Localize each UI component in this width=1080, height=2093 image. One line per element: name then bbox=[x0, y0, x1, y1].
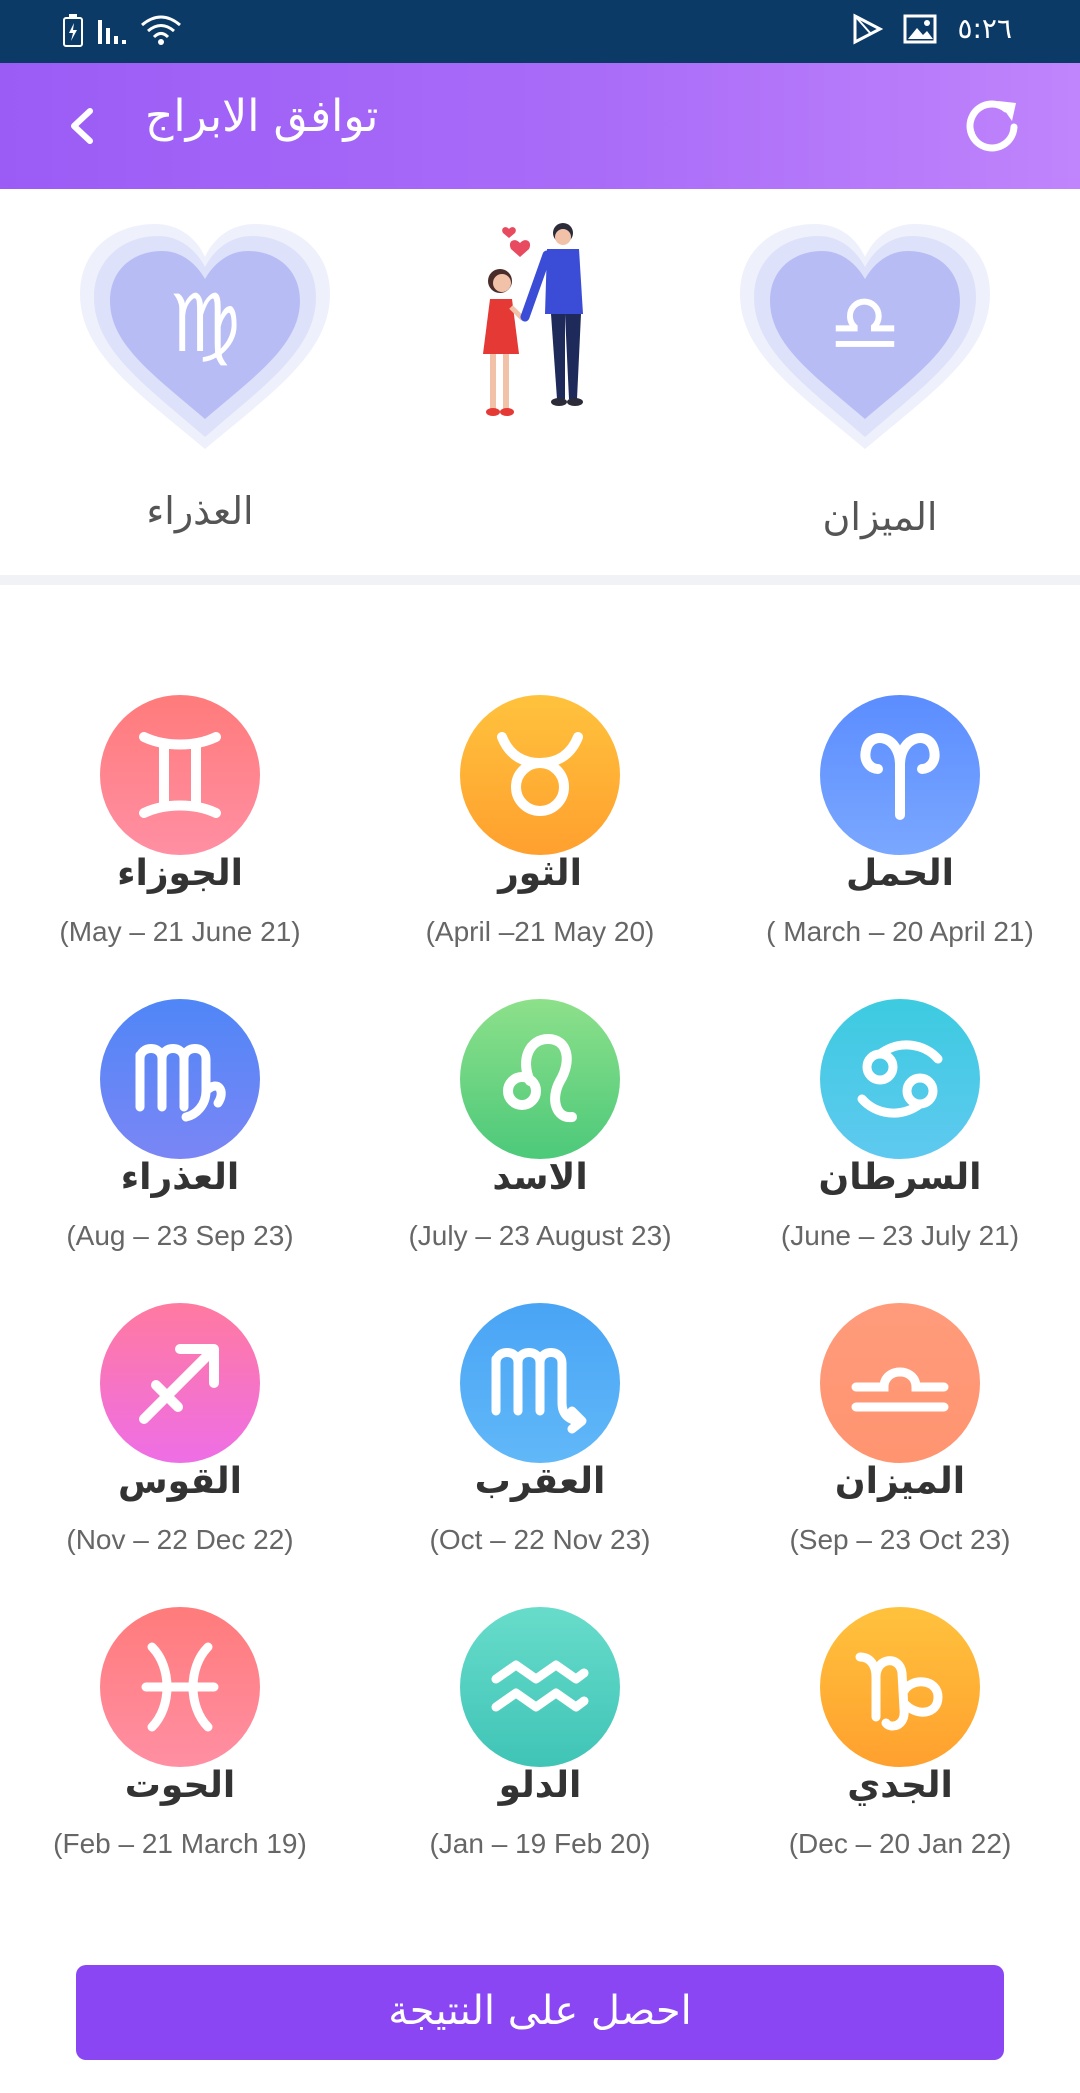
status-time: ٥:٢٦ bbox=[957, 12, 1012, 45]
sign-dates: (June – 23 July 21) bbox=[780, 1220, 1020, 1251]
sign-item-taurus[interactable]: الثور (April –21 May 20) bbox=[360, 695, 720, 975]
sign-name: الدلو bbox=[498, 1765, 582, 1806]
second-sign-label: الميزان bbox=[822, 495, 938, 539]
second-sign-heart[interactable]: ♎ bbox=[730, 219, 1000, 459]
pisces-icon bbox=[100, 1607, 260, 1767]
sign-dates: ( March – 20 April 21) bbox=[766, 916, 1034, 947]
couple-illustration bbox=[465, 219, 615, 439]
chevron-left-icon bbox=[71, 108, 93, 144]
sign-dates: (April –21 May 20) bbox=[425, 916, 655, 947]
sign-item-scorpio[interactable]: العقرب (Oct – 22 Nov 23) bbox=[360, 1303, 720, 1583]
get-result-button[interactable]: احصل على النتيجة bbox=[76, 1965, 1004, 2060]
signal-icon bbox=[98, 20, 126, 44]
taurus-icon bbox=[460, 695, 620, 855]
sign-item-pisces[interactable]: الحوت (Feb – 21 March 19) bbox=[0, 1607, 360, 1887]
sign-item-cancer[interactable]: السرطان (June – 23 July 21) bbox=[720, 999, 1080, 1279]
leo-icon bbox=[460, 999, 620, 1159]
sign-item-libra[interactable]: الميزان (Sep – 23 Oct 23) bbox=[720, 1303, 1080, 1583]
virgo-symbol: ♍ bbox=[169, 277, 241, 370]
heart-icon: ♎ bbox=[740, 224, 990, 449]
sagittarius-icon bbox=[100, 1303, 260, 1463]
libra-symbol: ♎ bbox=[829, 277, 901, 370]
refresh-icon bbox=[966, 100, 1018, 152]
first-sign-heart[interactable]: ♍ bbox=[70, 219, 340, 459]
sign-dates: (Nov – 22 Dec 22) bbox=[66, 1524, 294, 1555]
refresh-button[interactable] bbox=[958, 91, 1028, 161]
sign-item-gemini[interactable]: الجوزاء (May – 21 June 21) bbox=[0, 695, 360, 975]
back-button[interactable] bbox=[50, 93, 116, 159]
gemini-icon bbox=[100, 695, 260, 855]
sign-name: الجوزاء bbox=[117, 853, 243, 894]
play-store-icon bbox=[853, 13, 884, 44]
sign-name: العقرب bbox=[474, 1461, 606, 1502]
battery-charging-icon bbox=[63, 14, 83, 47]
wifi-icon bbox=[141, 15, 181, 45]
cancer-icon bbox=[820, 999, 980, 1159]
aquarius-icon bbox=[460, 1607, 620, 1767]
sign-name: السرطان bbox=[818, 1157, 982, 1198]
sign-name: الثور bbox=[498, 853, 582, 894]
sign-item-capricorn[interactable]: الجدي (Dec – 20 Jan 22) bbox=[720, 1607, 1080, 1887]
sign-item-leo[interactable]: الاسد (July – 23 August 23) bbox=[360, 999, 720, 1279]
sign-name: الميزان bbox=[834, 1461, 966, 1502]
virgo-icon bbox=[100, 999, 260, 1159]
sign-name: الاسد bbox=[492, 1157, 588, 1198]
sign-item-sagittarius[interactable]: القوس (Nov – 22 Dec 22) bbox=[0, 1303, 360, 1583]
capricorn-icon bbox=[820, 1607, 980, 1767]
aries-icon bbox=[820, 695, 980, 855]
libra-icon bbox=[820, 1303, 980, 1463]
section-divider bbox=[0, 575, 1080, 585]
sign-item-aquarius[interactable]: الدلو (Jan – 19 Feb 20) bbox=[360, 1607, 720, 1887]
sign-name: الجدي bbox=[847, 1765, 953, 1806]
image-icon bbox=[903, 14, 937, 43]
sign-dates: (Dec – 20 Jan 22) bbox=[788, 1828, 1012, 1859]
sign-item-virgo[interactable]: العذراء (Aug – 23 Sep 23) bbox=[0, 999, 360, 1279]
page-title: توافق الابراج bbox=[145, 91, 379, 142]
app-header: توافق الابراج bbox=[0, 63, 1080, 189]
scorpio-icon bbox=[460, 1303, 620, 1463]
first-sign-label: العذراء bbox=[146, 489, 254, 533]
sign-name: الحمل bbox=[845, 853, 955, 894]
heart-icon: ♍ bbox=[80, 224, 330, 449]
sign-dates: (July – 23 August 23) bbox=[408, 1220, 672, 1251]
sign-name: العذراء bbox=[120, 1157, 240, 1198]
sign-dates: (May – 21 June 21) bbox=[59, 916, 301, 947]
sign-dates: (Oct – 22 Nov 23) bbox=[429, 1524, 651, 1555]
sign-name: القوس bbox=[117, 1461, 242, 1502]
sign-dates: (Sep – 23 Oct 23) bbox=[789, 1524, 1011, 1555]
sign-dates: (Jan – 19 Feb 20) bbox=[429, 1828, 651, 1859]
sign-name: الحوت bbox=[124, 1765, 236, 1806]
sign-item-aries[interactable]: الحمل ( March – 20 April 21) bbox=[720, 695, 1080, 975]
sign-dates: (Feb – 21 March 19) bbox=[53, 1828, 307, 1859]
sign-dates: (Aug – 23 Sep 23) bbox=[66, 1220, 294, 1251]
selected-signs-panel: ♍ ♎ العذراء الميزان bbox=[0, 189, 1080, 576]
status-bar: ٥:٢٦ bbox=[0, 0, 1080, 63]
